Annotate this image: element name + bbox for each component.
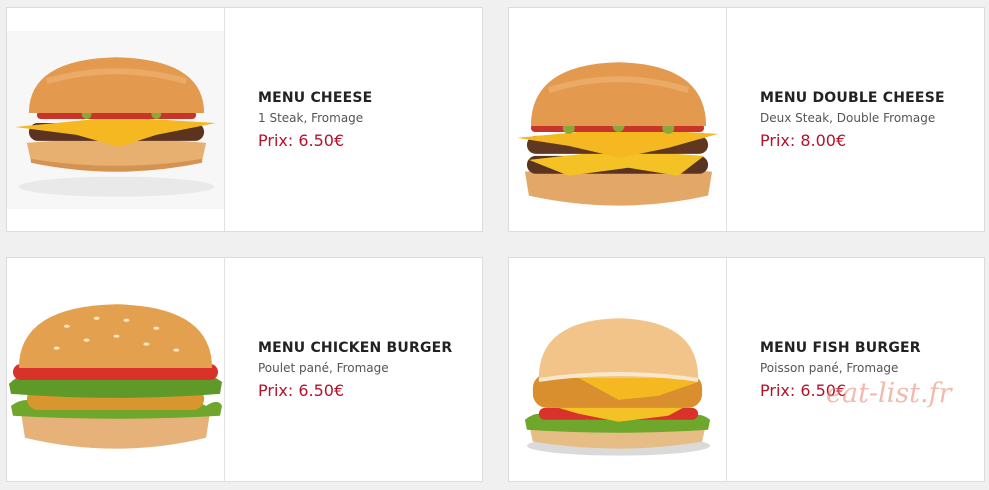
double-cheeseburger-image: [509, 8, 727, 231]
menu-item-title: MENU FISH BURGER: [760, 339, 921, 356]
menu-item-title: MENU CHICKEN BURGER: [258, 339, 453, 356]
menu-item-description: Deux Steak, Double Fromage: [760, 110, 936, 125]
fish-burger-image: [509, 258, 727, 481]
menu-card-chicken-burger[interactable]: MENU CHICKEN BURGER Poulet pané, Fromage…: [6, 257, 483, 482]
cheeseburger-image: [7, 8, 225, 231]
menu-item-price: Prix: 6.50€: [258, 130, 345, 150]
menu-item-description: Poulet pané, Fromage: [258, 360, 389, 375]
menu-item-title: MENU DOUBLE CHEESE: [760, 89, 945, 106]
watermark-text: eat-list.fr: [826, 378, 952, 409]
menu-item-price: Prix: 6.50€: [258, 380, 345, 400]
menu-item-description: Poisson pané, Fromage: [760, 360, 899, 375]
menu-item-description: 1 Steak, Fromage: [258, 110, 364, 125]
menu-item-price: Prix: 8.00€: [760, 130, 847, 150]
chicken-burger-image: [7, 258, 225, 481]
menu-card-cheese[interactable]: MENU CHEESE 1 Steak, Fromage Prix: 6.50€: [6, 7, 483, 232]
menu-item-title: MENU CHEESE: [258, 89, 373, 106]
menu-card-double-cheese[interactable]: MENU DOUBLE CHEESE Deux Steak, Double Fr…: [508, 7, 985, 232]
menu-card-fish-burger[interactable]: MENU FISH BURGER Poisson pané, Fromage P…: [508, 257, 985, 482]
